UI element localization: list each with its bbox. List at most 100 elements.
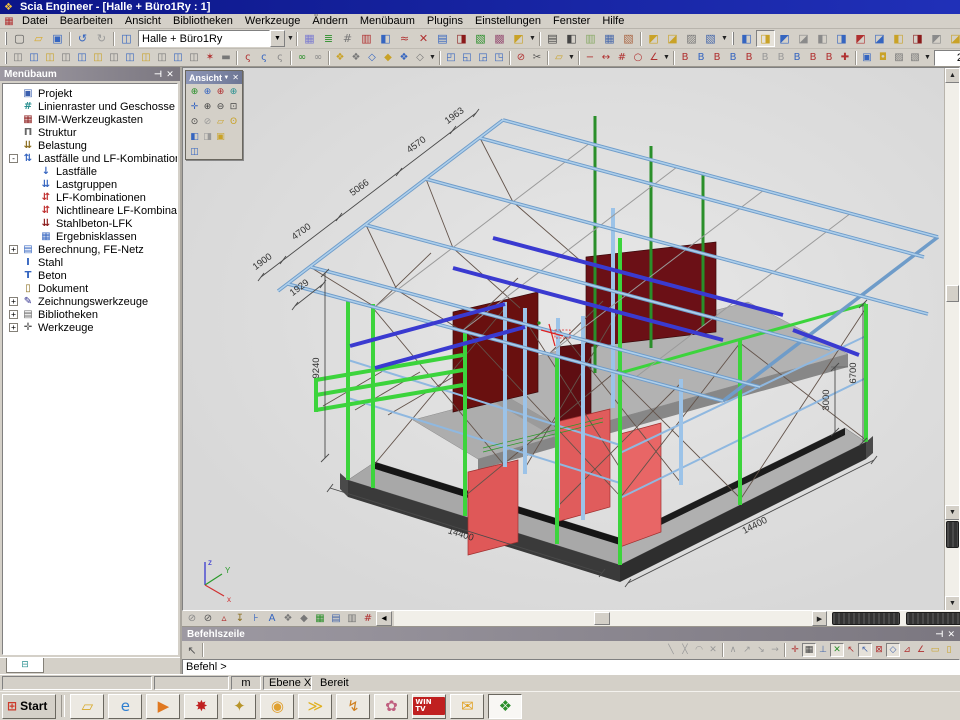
ansichtspunkt-10-icon[interactable]: ◨	[908, 30, 927, 47]
combo-dropdown-icon[interactable]: ▼	[270, 30, 285, 47]
tree-zeichnungswerkzeuge[interactable]: +✎Zeichnungswerkzeuge	[5, 295, 177, 308]
expand-icon[interactable]: +	[9, 310, 18, 319]
ansichtspunkt-1-icon[interactable]: ◧	[737, 30, 756, 47]
render-modus-icon[interactable]: ❖	[280, 611, 296, 626]
auswahl-4-icon[interactable]: ◫	[58, 50, 74, 65]
auswahl-ebene-icon[interactable]: ▬	[218, 50, 234, 65]
rotes-hand-tool-taskbar-button[interactable]: ✸	[184, 694, 218, 719]
rendern-1-icon[interactable]: ▨	[891, 50, 907, 65]
view-slider-block-1[interactable]	[832, 612, 900, 625]
dropdown-arrow-icon[interactable]: ▼	[428, 50, 437, 65]
lasso-abwahl-icon[interactable]: ς	[256, 50, 272, 65]
balken-8-icon[interactable]: B	[789, 50, 805, 65]
fang-linie-icon[interactable]: ╲	[664, 643, 678, 657]
balken-9-icon[interactable]: B	[805, 50, 821, 65]
scia-engineer-taskbar-button[interactable]: ❖	[488, 694, 522, 719]
lot-anzeigen-icon[interactable]: ▵	[216, 611, 232, 626]
schnittebene-aus-icon[interactable]: ◨	[201, 130, 214, 143]
system-werkzeuge-taskbar-button[interactable]: ✦	[222, 694, 256, 719]
collapse-icon[interactable]: -	[9, 154, 18, 163]
linie-zeichnen-icon[interactable]: −	[582, 50, 598, 65]
wintv-taskbar-button[interactable]: WIN TV	[412, 694, 446, 719]
balken-2-icon[interactable]: B	[693, 50, 709, 65]
auswahl-2-icon[interactable]: ◫	[26, 50, 42, 65]
save-project-icon[interactable]: ▣	[48, 30, 67, 47]
command-panel-title-bar[interactable]: Befehlszeile ⊣ ✕	[182, 627, 960, 641]
dropdown-arrow-icon[interactable]: ▼	[720, 31, 729, 46]
schnittpunkt-fang-icon[interactable]: ⊠	[872, 643, 886, 657]
scale-spinner-1[interactable]: 2 ▲▼	[934, 50, 960, 66]
lasso-auswahl-icon[interactable]: ς	[240, 50, 256, 65]
auswahl-9-icon[interactable]: ◫	[138, 50, 154, 65]
ansichtspunkt-4-icon[interactable]: ◪	[794, 30, 813, 47]
status-unit[interactable]: m	[231, 676, 261, 690]
balken-1-icon[interactable]: B	[677, 50, 693, 65]
aktivitaet-5-icon[interactable]: ❖	[396, 50, 412, 65]
fe-netz-icon[interactable]: #	[338, 30, 357, 47]
auswahl-8-icon[interactable]: ◫	[122, 50, 138, 65]
sperren-icon[interactable]: ⊘	[513, 50, 529, 65]
balken-4-icon[interactable]: B	[725, 50, 741, 65]
tree-ergebnisklassen[interactable]: ▦Ergebnisklassen	[5, 230, 177, 243]
close-icon[interactable]: ✕	[947, 629, 955, 640]
toolbar-grip[interactable]	[5, 32, 7, 46]
drehen-x-icon[interactable]: ⊕	[188, 85, 201, 98]
menu-bearbeiten[interactable]: Bearbeiten	[54, 14, 119, 28]
ausschnittbox-icon[interactable]: ▣	[214, 130, 227, 143]
menu--ndern[interactable]: Ändern	[306, 14, 353, 28]
auswahl-7-icon[interactable]: ◫	[106, 50, 122, 65]
viewport-horizontal-scrollbar[interactable]: ▶	[394, 611, 960, 626]
auswahl-1-icon[interactable]: ◫	[10, 50, 26, 65]
balken-6-icon[interactable]: B	[757, 50, 773, 65]
scroll-down-icon[interactable]: ▼	[945, 505, 960, 520]
lastfall-manager-icon[interactable]: ▥	[357, 30, 376, 47]
aktivitaet-6-icon[interactable]: ◇	[412, 50, 428, 65]
kombinationen-icon[interactable]: ◧	[376, 30, 395, 47]
rendern-2-icon[interactable]: ▧	[907, 50, 923, 65]
tree-stahl[interactable]: IStahl	[5, 256, 177, 269]
menu-fenster[interactable]: Fenster	[547, 14, 596, 28]
scroll-down-icon[interactable]: ▼	[945, 596, 960, 611]
menu-men-baum[interactable]: Menübaum	[354, 14, 421, 28]
tree-bim[interactable]: ▦BIM-Werkzeugkasten	[5, 113, 177, 126]
tree-nichtlineare-lfk[interactable]: ⇵Nichtlineare LF-Kombinationen	[5, 204, 177, 217]
drehen-y-icon[interactable]: ⊕	[201, 85, 214, 98]
endpunkt-fang-icon[interactable]: ↖	[844, 643, 858, 657]
close-icon[interactable]: ✕	[164, 69, 176, 80]
auswahl-11-icon[interactable]: ◫	[170, 50, 186, 65]
auswahl-6-icon[interactable]: ◫	[90, 50, 106, 65]
zoom-auswahl-icon[interactable]: ⊘	[201, 115, 214, 128]
tree-lastfaelle[interactable]: ↓Lastfälle	[5, 165, 177, 178]
bild-export-icon[interactable]: ▧	[619, 30, 638, 47]
balken-5-icon[interactable]: B	[741, 50, 757, 65]
balken-7-icon[interactable]: B	[773, 50, 789, 65]
drehen-z-icon[interactable]: ⊕	[214, 85, 227, 98]
ordner-icon[interactable]: ▱	[551, 50, 567, 65]
beleuchtung-icon[interactable]: ʘ	[227, 115, 240, 128]
ansichtspunkt-6-icon[interactable]: ◨	[832, 30, 851, 47]
fang-spitze-icon[interactable]: ∧	[726, 643, 740, 657]
balken-10-icon[interactable]: B	[821, 50, 837, 65]
ansicht-palette-title-bar[interactable]: Ansicht ▼ ✕	[186, 71, 242, 84]
galerie-icon[interactable]: ▩	[490, 30, 509, 47]
menu-tree-tab[interactable]: ⊟	[6, 658, 44, 673]
dropdown-arrow-icon[interactable]: ▼	[662, 50, 671, 65]
menu-werkzeuge[interactable]: Werkzeuge	[239, 14, 306, 28]
model-3d-view[interactable]: 1963 4570 5066 4700 1900 1929 9240 3000 …	[183, 68, 941, 611]
sichtbarkeit-aus-icon[interactable]: ∞	[310, 50, 326, 65]
fenster-3-icon[interactable]: ◲	[475, 50, 491, 65]
kreis-icon[interactable]: ○	[630, 50, 646, 65]
toolbar-overflow-icon[interactable]: ▼	[287, 31, 294, 46]
ansichtspunkt-11-icon[interactable]: ◩	[927, 30, 946, 47]
berechnung-icon[interactable]: ▦	[300, 30, 319, 47]
dropdown-arrow-icon[interactable]: ▼	[528, 31, 537, 46]
schnitt-2-icon[interactable]: ⊘	[200, 611, 216, 626]
papierraum-icon[interactable]: ▦	[600, 30, 619, 47]
fang-pfeil-2-icon[interactable]: ↘	[754, 643, 768, 657]
layout-icon[interactable]: ▧	[701, 30, 720, 47]
chevron-down-icon[interactable]: ▼	[223, 75, 229, 81]
view-slider-block-2[interactable]	[906, 612, 960, 625]
lastfaelle-icon[interactable]: ≣	[319, 30, 338, 47]
tree-dokument[interactable]: ▯Dokument	[5, 282, 177, 295]
tree-projekt[interactable]: ▣Projekt	[5, 87, 177, 100]
